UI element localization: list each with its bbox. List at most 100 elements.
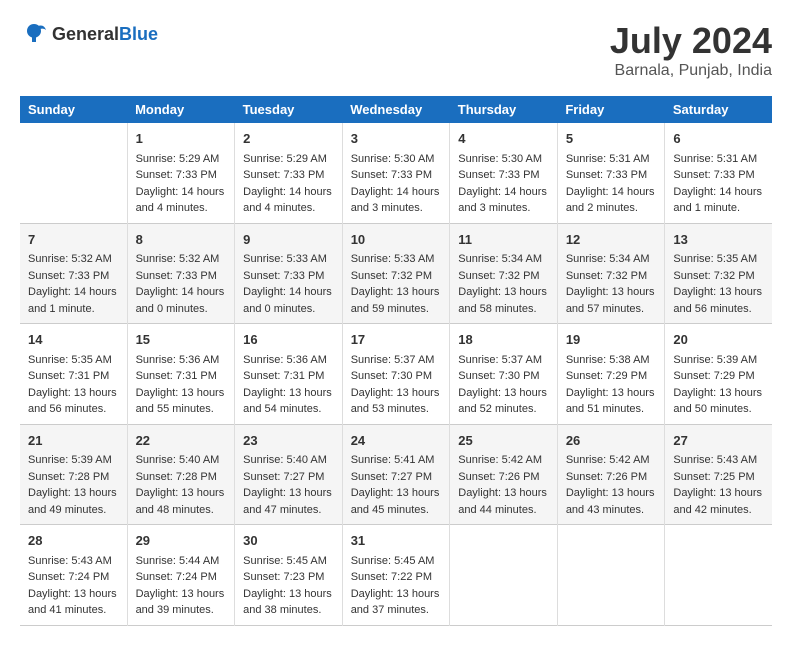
calendar-cell: 28Sunrise: 5:43 AMSunset: 7:24 PMDayligh… [20,525,127,626]
calendar-cell: 14 Sunrise: 5:35 AMSunset: 7:31 PMDayligh… [20,324,127,425]
calendar-cell: 23Sunrise: 5:40 AMSunset: 7:27 PMDayligh… [235,424,343,525]
cell-text: Sunset: 7:26 PM [566,469,657,486]
cell-text: Sunrise: 5:29 AM [136,151,227,168]
day-number: 7 [28,230,119,250]
cell-text: Sunset: 7:30 PM [351,368,442,385]
day-number: 3 [351,129,442,149]
day-number: 6 [673,129,764,149]
cell-text: Daylight: 13 hours [28,586,119,603]
cell-text: Sunset: 7:23 PM [243,569,334,586]
cell-text: Daylight: 13 hours [351,586,442,603]
cell-text: Daylight: 13 hours [673,485,764,502]
cell-text: Sunrise: 5:33 AM [351,251,442,268]
header-sunday: Sunday [20,96,127,123]
calendar-cell: 15Sunrise: 5:36 AMSunset: 7:31 PMDayligh… [127,324,235,425]
calendar-cell: 19Sunrise: 5:38 AMSunset: 7:29 PMDayligh… [557,324,665,425]
cell-text: and 51 minutes. [566,401,657,418]
cell-text: Daylight: 13 hours [136,485,227,502]
day-number: 13 [673,230,764,250]
cell-text: Sunrise: 5:45 AM [243,553,334,570]
cell-text: Sunrise: 5:35 AM [673,251,764,268]
day-number: 22 [136,431,227,451]
main-title: July 2024 [610,20,772,62]
day-number: 25 [458,431,549,451]
cell-text: and 53 minutes. [351,401,442,418]
day-number: 23 [243,431,334,451]
cell-text: Sunset: 7:33 PM [136,167,227,184]
calendar-cell: 24Sunrise: 5:41 AMSunset: 7:27 PMDayligh… [342,424,450,525]
day-number: 24 [351,431,442,451]
cell-text: and 0 minutes. [136,301,227,318]
cell-text: Sunrise: 5:34 AM [458,251,549,268]
day-number: 14 [28,330,119,350]
cell-text: and 56 minutes. [673,301,764,318]
day-number: 12 [566,230,657,250]
logo-blue: Blue [119,24,158,44]
header-tuesday: Tuesday [235,96,343,123]
header-row: Sunday Monday Tuesday Wednesday Thursday… [20,96,772,123]
cell-text: Daylight: 14 hours [458,184,549,201]
cell-text: and 55 minutes. [136,401,227,418]
cell-text: Sunrise: 5:30 AM [351,151,442,168]
cell-text: Daylight: 14 hours [566,184,657,201]
cell-text: Sunrise: 5:42 AM [458,452,549,469]
calendar-table: Sunday Monday Tuesday Wednesday Thursday… [20,96,772,626]
cell-text: Sunset: 7:33 PM [28,268,119,285]
day-number: 28 [28,531,119,551]
calendar-cell: 22Sunrise: 5:40 AMSunset: 7:28 PMDayligh… [127,424,235,525]
cell-text: Sunrise: 5:42 AM [566,452,657,469]
calendar-cell: 2Sunrise: 5:29 AMSunset: 7:33 PMDaylight… [235,123,343,223]
day-number: 31 [351,531,442,551]
cell-text: Daylight: 13 hours [566,485,657,502]
header-monday: Monday [127,96,235,123]
cell-text: Daylight: 14 hours [673,184,764,201]
cell-text: Sunrise: 5:36 AM [136,352,227,369]
day-number: 30 [243,531,334,551]
header-friday: Friday [557,96,665,123]
day-number: 20 [673,330,764,350]
cell-text: Sunrise: 5:41 AM [351,452,442,469]
calendar-cell: 21Sunrise: 5:39 AMSunset: 7:28 PMDayligh… [20,424,127,525]
cell-text: Sunset: 7:33 PM [136,268,227,285]
cell-text: Sunset: 7:33 PM [673,167,764,184]
cell-text: Sunrise: 5:32 AM [28,251,119,268]
cell-text: and 59 minutes. [351,301,442,318]
day-number: 4 [458,129,549,149]
cell-text: Sunset: 7:32 PM [458,268,549,285]
cell-text: Daylight: 13 hours [136,385,227,402]
day-number: 9 [243,230,334,250]
calendar-week-row: 21Sunrise: 5:39 AMSunset: 7:28 PMDayligh… [20,424,772,525]
cell-text: and 57 minutes. [566,301,657,318]
cell-text: Daylight: 14 hours [136,184,227,201]
cell-text: Sunrise: 5:31 AM [566,151,657,168]
calendar-week-row: 1Sunrise: 5:29 AMSunset: 7:33 PMDaylight… [20,123,772,223]
day-number: 21 [28,431,119,451]
calendar-cell: 31Sunrise: 5:45 AMSunset: 7:22 PMDayligh… [342,525,450,626]
cell-text: Sunrise: 5:35 AM [28,352,119,369]
cell-text: and 56 minutes. [28,401,119,418]
cell-text: Sunset: 7:29 PM [566,368,657,385]
cell-text: Daylight: 13 hours [243,586,334,603]
logo: GeneralBlue [20,20,158,48]
cell-text: and 52 minutes. [458,401,549,418]
cell-text: Daylight: 13 hours [28,385,119,402]
calendar-cell: 26Sunrise: 5:42 AMSunset: 7:26 PMDayligh… [557,424,665,525]
cell-text: Sunset: 7:24 PM [136,569,227,586]
calendar-cell: 27Sunrise: 5:43 AMSunset: 7:25 PMDayligh… [665,424,772,525]
cell-text: Sunset: 7:28 PM [136,469,227,486]
calendar-cell: 11Sunrise: 5:34 AMSunset: 7:32 PMDayligh… [450,223,558,324]
cell-text: Sunrise: 5:43 AM [673,452,764,469]
cell-text: Daylight: 14 hours [28,284,119,301]
cell-text: Sunset: 7:33 PM [458,167,549,184]
calendar-cell [665,525,772,626]
logo-icon [20,20,48,48]
calendar-cell: 1Sunrise: 5:29 AMSunset: 7:33 PMDaylight… [127,123,235,223]
cell-text: Daylight: 13 hours [351,284,442,301]
cell-text: Sunset: 7:31 PM [28,368,119,385]
cell-text: Sunrise: 5:39 AM [28,452,119,469]
cell-text: Sunrise: 5:38 AM [566,352,657,369]
cell-text: Sunset: 7:32 PM [351,268,442,285]
cell-text: Daylight: 13 hours [28,485,119,502]
cell-text: Daylight: 14 hours [243,284,334,301]
cell-text: Sunset: 7:32 PM [673,268,764,285]
